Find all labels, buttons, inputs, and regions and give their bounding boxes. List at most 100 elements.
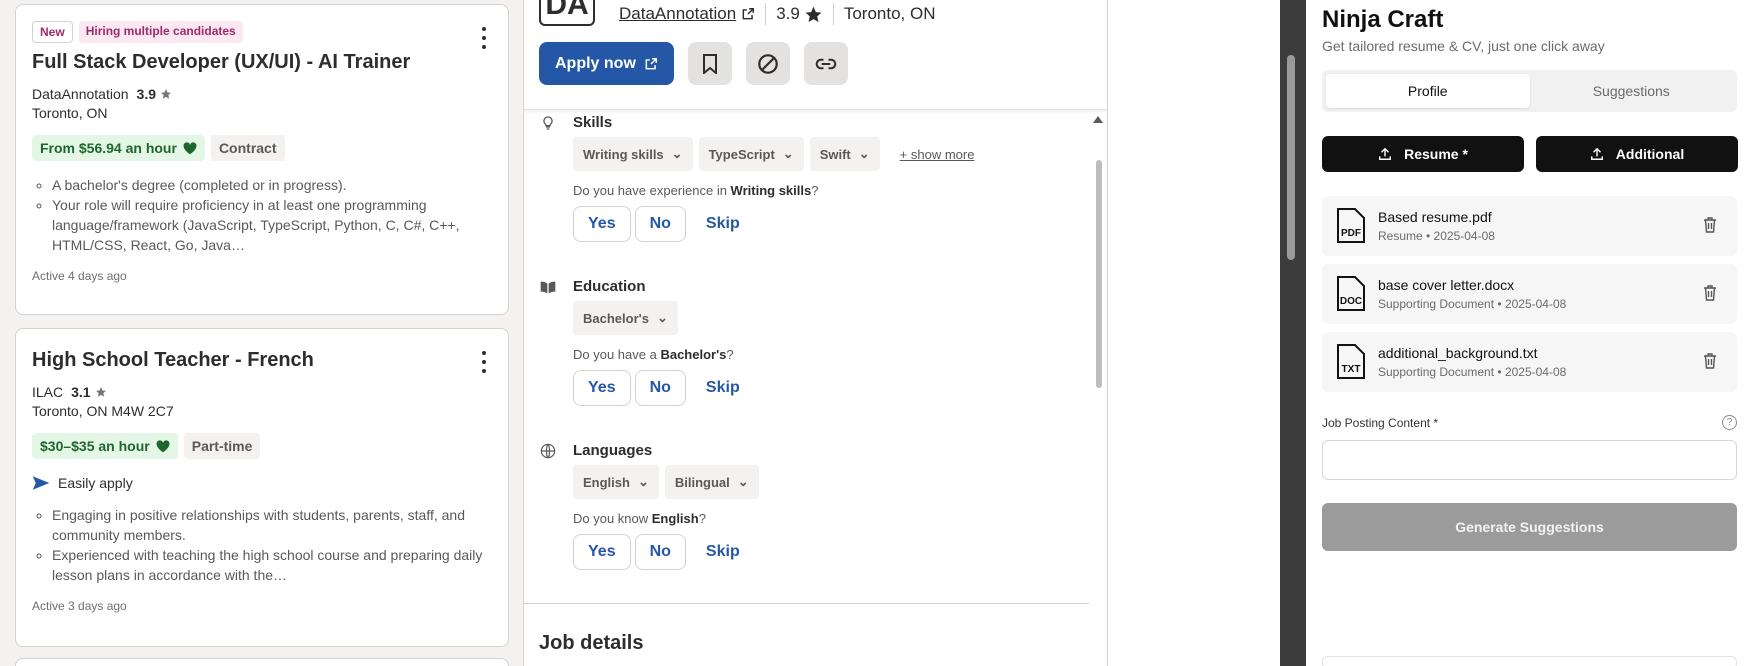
snippet-item: A bachelor's degree (completed or in pro…	[52, 175, 492, 195]
bookmark-icon	[702, 53, 717, 74]
chevron-down-icon: ⌄	[737, 474, 749, 489]
pdf-file-icon: PDF	[1337, 208, 1365, 243]
hiring-badge: Hiring multiple candidates	[78, 21, 243, 43]
upload-resume-button[interactable]: Resume *	[1322, 136, 1524, 172]
txt-file-icon: TXT	[1337, 344, 1365, 379]
question-subject: English	[651, 511, 699, 526]
question-suffix: ?	[698, 511, 706, 526]
easy-apply: Easily apply	[32, 475, 492, 491]
not-interested-button[interactable]	[745, 42, 790, 85]
question-subject: Bachelor's	[660, 347, 727, 362]
company-name: ILAC	[32, 384, 64, 400]
answer-buttons: Yes No Skip	[573, 534, 1079, 570]
upload-additional-label: Additional	[1615, 146, 1685, 162]
more-options-icon[interactable]	[480, 351, 488, 373]
job-posting-label: Job Posting Content *	[1322, 416, 1439, 430]
more-options-icon[interactable]	[480, 27, 488, 49]
no-button[interactable]: No	[634, 534, 686, 570]
skip-button[interactable]: Skip	[690, 215, 756, 233]
attribute-pills: From $56.94 an hour Contract	[32, 135, 492, 161]
doc-file-icon: DOC	[1337, 276, 1365, 311]
tab-profile[interactable]: Profile	[1326, 74, 1530, 108]
detail-company-line: DataAnnotation 3.9 Toronto, ON	[619, 3, 936, 25]
upload-resume-label: Resume *	[1404, 146, 1468, 162]
company-link-label: DataAnnotation	[619, 4, 737, 23]
job-card[interactable]	[15, 658, 509, 666]
block-icon	[758, 53, 778, 74]
detail-scrollbar[interactable]	[1096, 160, 1102, 388]
languages-question: Do you know English?	[573, 511, 1079, 526]
pay-text: $30–$35 an hour	[40, 438, 150, 454]
attribute-pills: $30–$35 an hour Part-time	[32, 433, 492, 459]
upload-row: Resume * Additional	[1322, 136, 1738, 172]
section-divider	[524, 603, 1089, 604]
job-card[interactable]: New Hiring multiple candidates Full Stac…	[15, 4, 509, 315]
snippet-item: Engaging in positive relationships with …	[52, 505, 492, 545]
trash-icon[interactable]	[1703, 353, 1717, 369]
company-rating: 3.9	[137, 86, 172, 102]
chevron-down-icon: ⌄	[782, 146, 794, 161]
apply-now-button[interactable]: Apply now	[539, 42, 674, 85]
pay-pill: From $56.94 an hour	[32, 135, 205, 161]
skip-button[interactable]: Skip	[690, 543, 756, 561]
panel-bottom-field	[1322, 656, 1737, 666]
pay-text: From $56.94 an hour	[40, 140, 177, 156]
file-item: DOC base cover letter.docx Supporting Do…	[1322, 264, 1737, 324]
apply-now-label: Apply now	[555, 54, 636, 72]
copy-link-button[interactable]	[803, 42, 848, 85]
answer-buttons: Yes No Skip	[573, 206, 1079, 242]
save-job-button[interactable]	[687, 42, 732, 85]
yes-button[interactable]: Yes	[573, 206, 631, 242]
heart-icon	[183, 141, 197, 154]
send-arrow-icon	[32, 476, 50, 490]
upload-additional-button[interactable]: Additional	[1536, 136, 1738, 172]
browser-viewport: New Hiring multiple candidates Full Stac…	[0, 0, 1750, 666]
job-title-link[interactable]: Full Stack Developer (UX/UI) - AI Traine…	[32, 51, 492, 74]
heart-icon	[156, 439, 170, 452]
trash-icon[interactable]	[1703, 217, 1717, 233]
help-icon[interactable]: ?	[1722, 415, 1737, 430]
file-name: additional_background.txt	[1378, 345, 1538, 361]
new-badge: New	[32, 21, 73, 43]
file-meta: Resume • 2025-04-08	[1378, 229, 1495, 243]
no-button[interactable]: No	[634, 370, 686, 406]
trash-icon[interactable]	[1703, 285, 1717, 301]
skill-chip-writing[interactable]: Writing skills ⌄	[573, 137, 693, 171]
skip-button[interactable]: Skip	[690, 379, 756, 397]
file-item: PDF Based resume.pdf Resume • 2025-04-08	[1322, 196, 1737, 256]
chevron-down-icon: ⌄	[656, 310, 668, 325]
page-scrollbar[interactable]	[1287, 55, 1295, 260]
no-button[interactable]: No	[634, 206, 686, 242]
rating-value: 3.1	[71, 384, 91, 400]
company-line: ILAC 3.1	[32, 384, 492, 400]
chip-label: English	[583, 474, 630, 490]
language-chip-english[interactable]: English ⌄	[573, 465, 659, 499]
scroll-up-arrow-icon[interactable]	[1093, 116, 1103, 123]
company-link[interactable]: DataAnnotation	[619, 4, 755, 24]
skill-chip-typescript[interactable]: TypeScript ⌄	[698, 137, 804, 171]
job-type-pill: Part-time	[183, 433, 261, 459]
separator	[765, 3, 767, 25]
show-more-link[interactable]: + show more	[900, 147, 975, 162]
badge-row: New Hiring multiple candidates	[32, 21, 492, 43]
job-title-link[interactable]: High School Teacher - French	[32, 349, 492, 372]
education-chip-bachelors[interactable]: Bachelor's ⌄	[573, 301, 678, 335]
yes-button[interactable]: Yes	[573, 370, 631, 406]
job-posting-input[interactable]	[1322, 440, 1737, 480]
company-logo: DA	[539, 0, 595, 26]
file-name: Based resume.pdf	[1378, 209, 1492, 225]
question-prefix: Do you have a	[573, 347, 661, 362]
language-chip-bilingual[interactable]: Bilingual ⌄	[664, 465, 759, 499]
education-heading: Education	[539, 278, 1079, 295]
generate-suggestions-button[interactable]: Generate Suggestions	[1322, 503, 1737, 551]
languages-section: Languages English ⌄ Bilingual ⌄ Do you kno…	[539, 442, 1079, 570]
skills-heading: Skills	[539, 114, 1079, 131]
job-card[interactable]: High School Teacher - French ILAC 3.1 To…	[15, 328, 509, 647]
job-location: Toronto, ON M4W 2C7	[32, 403, 174, 419]
question-suffix: ?	[726, 347, 734, 362]
tab-suggestions[interactable]: Suggestions	[1530, 74, 1734, 108]
languages-heading-label: Languages	[573, 442, 653, 459]
yes-button[interactable]: Yes	[573, 534, 631, 570]
skill-chip-swift[interactable]: Swift ⌄	[809, 137, 880, 171]
star-icon	[161, 89, 171, 99]
